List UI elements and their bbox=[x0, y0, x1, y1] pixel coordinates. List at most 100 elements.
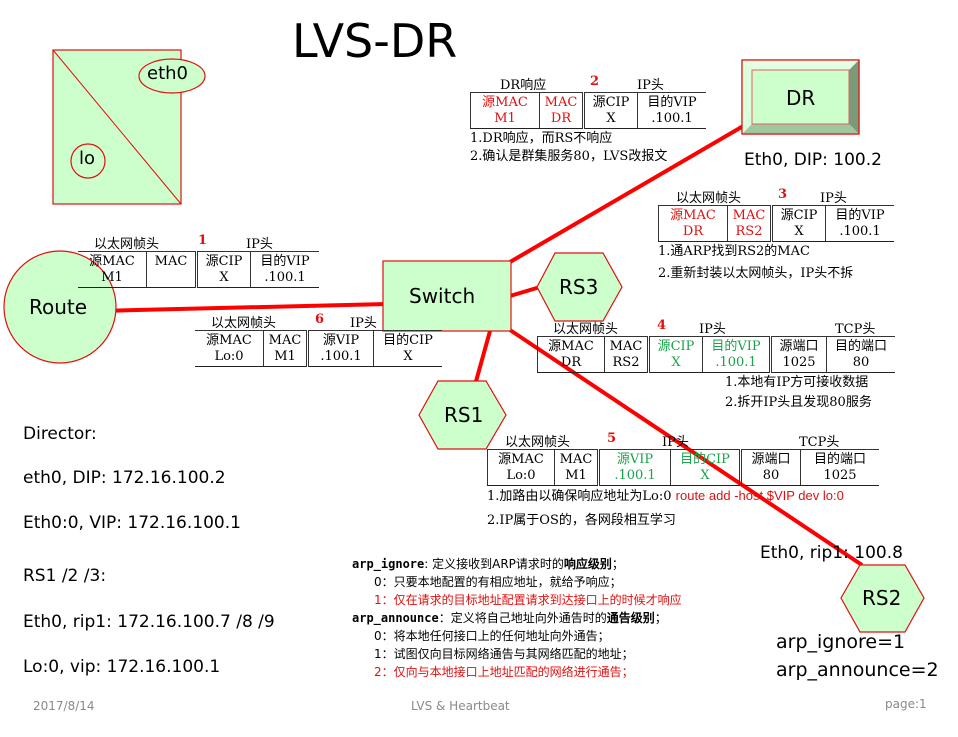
packet-2-cell-3: 目的VIP .100.1 bbox=[637, 92, 706, 129]
packet-5-cell-5: 目的端口 1025 bbox=[800, 449, 879, 486]
packet-3-table: 源MAC DR MAC RS2 源CIP X 目的VIP .100.1 bbox=[658, 205, 894, 242]
arp-announce-1: 1：试图仅向目标网络通告与其网络匹配的地址； bbox=[374, 647, 634, 661]
packet-1-eth-label: 以太网帧头 bbox=[94, 237, 160, 252]
link-route-switch bbox=[97, 302, 386, 313]
rs2-ip-label: Eth0, rip1: 100.8 bbox=[760, 543, 903, 563]
arp-announce-0: 0：将本地任何接口上的任何地址向外通告； bbox=[374, 629, 610, 643]
packet-2-ip-label: IP头 bbox=[637, 78, 664, 93]
packet-2-table: 源MAC M1 MAC DR 源CIP X 目的VIP .100.1 bbox=[470, 92, 706, 129]
link-switch-rs1 bbox=[473, 330, 492, 386]
page-title: LVS-DR bbox=[292, 14, 458, 68]
packet-2-note-2: 2.确认是群集服务80，LVS改报文 bbox=[470, 149, 668, 164]
packet-4-note-1: 1.本地有IP方可接收数据 bbox=[725, 375, 869, 390]
packet-6-cell-3: 目的CIP X bbox=[373, 330, 442, 367]
packet-3-ip-label: IP头 bbox=[820, 191, 847, 206]
lo-label: lo bbox=[79, 148, 96, 169]
packet-1-cell-1: MAC bbox=[146, 251, 197, 288]
arp-ignore-1: 1：仅在请求的目标地址配置请求到达接口上的时候才响应 bbox=[374, 593, 682, 607]
packet-1: 以太网帧头 1 IP头 源MAC M1 MAC 源CIP X 目的VIP .100.1 bbox=[78, 233, 338, 288]
rs-vip: Lo:0, vip: 172.16.100.1 bbox=[23, 657, 221, 677]
packet-6-eth-label: 以太网帧头 bbox=[211, 316, 277, 331]
arp-ignore-0: 0：只要本地配置的有相应地址，就给予响应； bbox=[374, 575, 622, 589]
packet-4-cell-2: 源CIP X bbox=[647, 336, 703, 373]
rs-rip: Eth0, rip1: 172.16.100.7 /8 /9 bbox=[23, 612, 275, 632]
director-dip: eth0, DIP: 172.16.100.2 bbox=[23, 468, 226, 488]
packet-5-note-2: 2.IP属于OS的，各网段相互学习 bbox=[487, 513, 676, 528]
packet-3-note-2: 2.重新封装以太网帧头，IP头不拆 bbox=[658, 266, 854, 281]
rs2-node[interactable]: RS2 bbox=[862, 586, 901, 610]
footer-title: LVS & Heartbeat bbox=[411, 699, 510, 713]
packet-3-note-1: 1.通ARP找到RS2的MAC bbox=[658, 244, 810, 259]
packet-4-cell-4: 源端口 1025 bbox=[769, 336, 827, 373]
arp-announce-line: arp_announce：定义将自己地址向外通告时的通告级别； bbox=[352, 611, 667, 625]
packet-6-table: 源MAC Lo:0 MAC M1 源VIP .100.1 目的CIP X bbox=[195, 330, 442, 367]
packet-5: 以太网帧头 5 IP头 TCP头 源MAC Lo:0 MAC M1 源VIP .100… bbox=[487, 431, 927, 531]
packet-4-cell-0: 源MAC DR bbox=[537, 336, 605, 373]
packet-6-cell-1: MAC M1 bbox=[263, 330, 308, 367]
packet-5-tcp-label: TCP头 bbox=[799, 435, 840, 450]
packet-5-eth-label: 以太网帧头 bbox=[505, 435, 571, 450]
packet-1-cell-3: 目的VIP .100.1 bbox=[250, 251, 319, 288]
packet-6-ip-label: IP头 bbox=[350, 316, 377, 331]
packet-6-cell-2: 源VIP .100.1 bbox=[306, 330, 374, 367]
packet-4-table: 源MAC DR MAC RS2 源CIP X 目的VIP .100.1 源端口 1025 … bbox=[537, 336, 895, 373]
footer-date: 2017/8/14 bbox=[33, 699, 95, 713]
packet-4-cell-5: 目的端口 80 bbox=[826, 336, 895, 373]
packet-1-cell-0: 源MAC M1 bbox=[78, 251, 147, 288]
rs-heading: RS1 /2 /3: bbox=[23, 566, 107, 586]
packet-3: 以太网帧头 3 IP头 源MAC DR MAC RS2 源CIP X 目的VIP .10… bbox=[658, 187, 918, 284]
packet-4-eth-label: 以太网帧头 bbox=[553, 322, 619, 337]
packet-3-step: 3 bbox=[778, 187, 788, 202]
arp-announce-value: arp_announce=2 bbox=[776, 659, 939, 681]
route-command: route add -host $VIP dev lo:0 bbox=[675, 488, 844, 503]
packet-3-cell-0: 源MAC DR bbox=[658, 205, 728, 242]
packet-2: DR响应 2 IP头 源MAC M1 MAC DR 源CIP X 目的VIP .100.… bbox=[470, 74, 730, 167]
director-vip: Eth0:0, VIP: 172.16.100.1 bbox=[23, 513, 241, 533]
packet-4-step: 4 bbox=[657, 318, 667, 333]
arp-ignore-line: arp_ignore: 定义接收到ARP请求时的响应级别； bbox=[352, 557, 624, 571]
packet-1-cell-2: 源CIP X bbox=[195, 251, 251, 288]
packet-5-table: 源MAC Lo:0 MAC M1 源VIP .100.1 目的CIP X 源端口 80 目… bbox=[487, 449, 879, 486]
switch-node[interactable]: Switch bbox=[409, 284, 475, 308]
packet-2-cell-2: 源CIP X bbox=[582, 92, 638, 129]
packet-5-cell-4: 源端口 80 bbox=[739, 449, 801, 486]
packet-2-step: 2 bbox=[590, 74, 600, 89]
footer-page: page:1 bbox=[885, 697, 927, 711]
eth0-label: eth0 bbox=[147, 63, 188, 84]
arp-explanation: arp_ignore: 定义接收到ARP请求时的响应级别； 0：只要本地配置的有… bbox=[352, 555, 682, 681]
packet-5-cell-2: 源VIP .100.1 bbox=[597, 449, 671, 486]
packet-6: 以太网帧头 6 IP头 源MAC Lo:0 MAC M1 源VIP .100.1 目的… bbox=[195, 312, 455, 367]
packet-4-cell-1: MAC RS2 bbox=[604, 336, 649, 373]
packet-2-note-1: 1.DR响应，而RS不响应 bbox=[470, 131, 613, 146]
packet-3-cell-1: MAC RS2 bbox=[727, 205, 772, 242]
packet-6-cell-0: 源MAC Lo:0 bbox=[195, 330, 264, 367]
packet-3-cell-2: 源CIP X bbox=[770, 205, 826, 242]
packet-3-cell-3: 目的VIP .100.1 bbox=[825, 205, 894, 242]
packet-6-step: 6 bbox=[315, 312, 325, 327]
rs1-node[interactable]: RS1 bbox=[444, 403, 483, 427]
packet-2-cell-0: 源MAC M1 bbox=[470, 92, 540, 129]
packet-5-ip-label: IP头 bbox=[662, 435, 689, 450]
packet-5-note-1: 1.加路由以确保响应地址为Lo:0 route add -host $VIP d… bbox=[487, 488, 844, 504]
packet-3-eth-label: 以太网帧头 bbox=[676, 191, 742, 206]
packet-5-cell-1: MAC M1 bbox=[554, 449, 599, 486]
arp-announce-2: 2：仅向与本地接口上地址匹配的网络进行通告； bbox=[374, 665, 634, 679]
packet-1-step: 1 bbox=[198, 233, 208, 248]
packet-1-table: 源MAC M1 MAC 源CIP X 目的VIP .100.1 bbox=[78, 251, 319, 288]
dr-node[interactable]: DR bbox=[786, 86, 815, 110]
route-node[interactable]: Route bbox=[29, 295, 87, 319]
packet-2-eth-label: DR响应 bbox=[500, 78, 547, 93]
packet-5-cell-0: 源MAC Lo:0 bbox=[487, 449, 555, 486]
packet-1-ip-label: IP头 bbox=[246, 237, 273, 252]
packet-4-cell-3: 目的VIP .100.1 bbox=[702, 336, 771, 373]
rs3-node[interactable]: RS3 bbox=[559, 275, 598, 299]
dr-ip-label: Eth0, DIP: 100.2 bbox=[744, 150, 882, 170]
packet-5-cell-3: 目的CIP X bbox=[670, 449, 741, 486]
link-switch-rs3 bbox=[509, 285, 541, 298]
packet-5-step: 5 bbox=[607, 431, 617, 446]
packet-4-ip-label: IP头 bbox=[699, 322, 726, 337]
packet-4: 以太网帧头 4 IP头 TCP头 源MAC DR MAC RS2 源CIP X 目的V… bbox=[537, 318, 927, 413]
arp-ignore-value: arp_ignore=1 bbox=[776, 631, 906, 653]
packet-4-tcp-label: TCP头 bbox=[835, 322, 876, 337]
director-heading: Director: bbox=[23, 424, 97, 444]
